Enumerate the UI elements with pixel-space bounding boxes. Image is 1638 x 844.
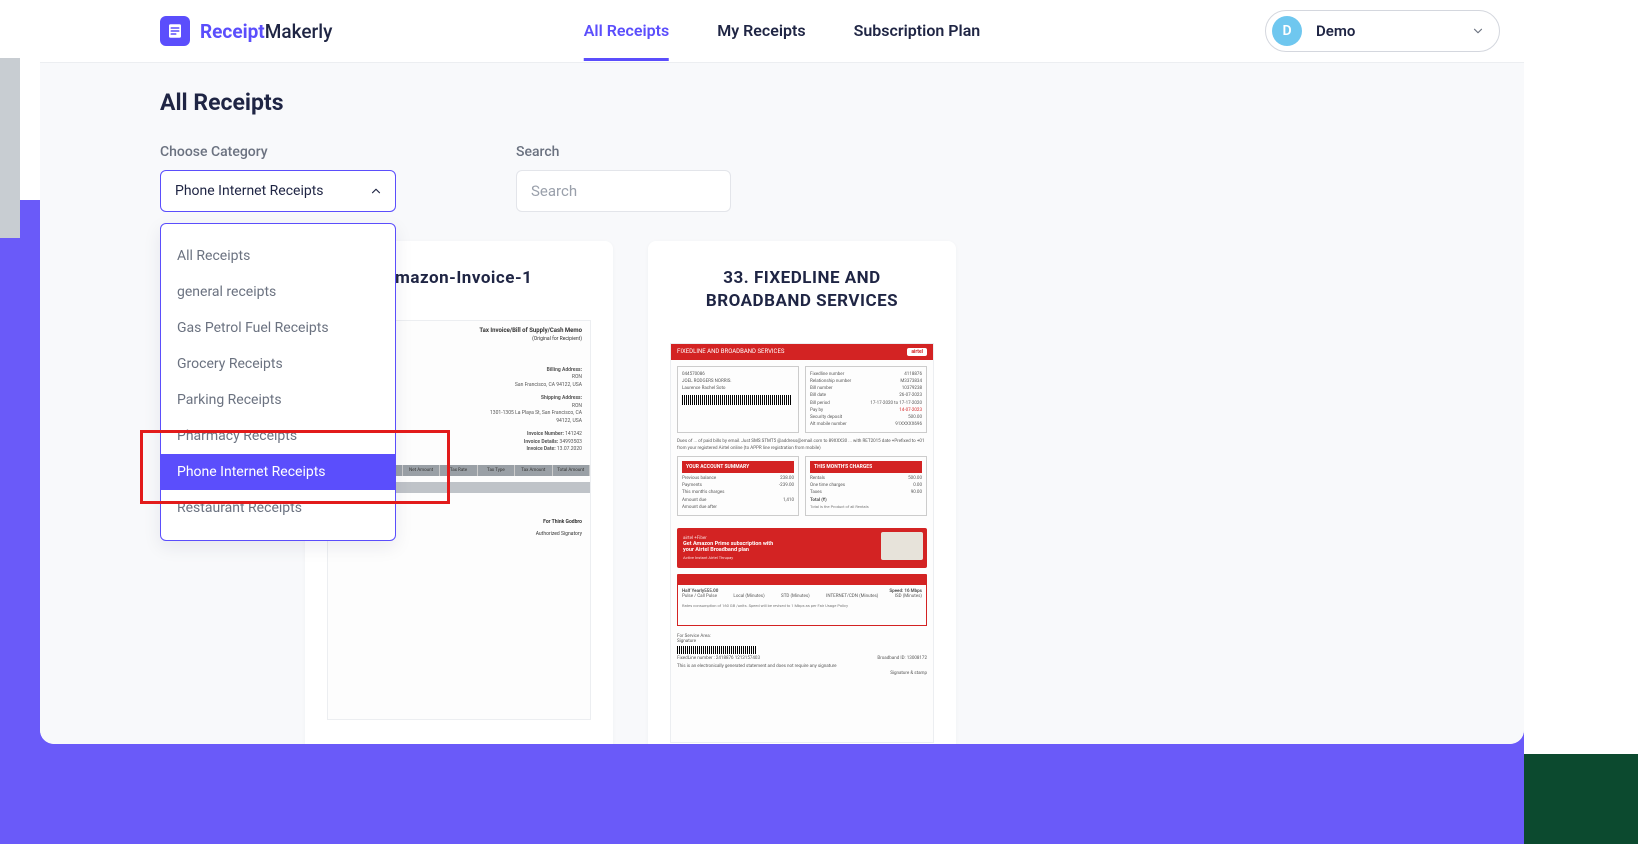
nav-my-receipts[interactable]: My Receipts [717, 1, 805, 61]
filters-row: Choose Category Phone Internet Receipts … [160, 144, 1404, 212]
search-control: Search Search [516, 144, 731, 212]
search-label: Search [516, 144, 731, 160]
rate-table: Half Yearly555.00Speed: 16 Mbps Pulse / … [677, 584, 927, 626]
receipt-preview: FIXEDLINE AND BROADBAND SERVICES airtel … [670, 343, 934, 743]
dd-item-restaurant[interactable]: Restaurant Receipts [161, 490, 395, 526]
account-summary: YOUR ACCOUNT SUMMARY Previous balance238… [677, 456, 799, 516]
preview-topbar: FIXEDLINE AND BROADBAND SERVICES airtel [671, 344, 933, 360]
search-input[interactable]: Search [516, 170, 731, 212]
category-label: Choose Category [160, 144, 396, 160]
dd-item-all-receipts[interactable]: All Receipts [161, 238, 395, 274]
bill-meta-panel: Fixedline number4118876 Relationship num… [805, 366, 927, 434]
summary-panels: YOUR ACCOUNT SUMMARY Previous balance238… [671, 456, 933, 522]
cards-row: amazon-Invoice-1 Tax Invoice/Bill of Sup… [305, 241, 956, 744]
nav-all-receipts[interactable]: All Receipts [584, 1, 669, 61]
airtel-logo: airtel [907, 348, 927, 356]
page-title: All Receipts [160, 89, 1404, 116]
customer-panel: 044570086 JOEL RODGERS NORRIS. Laurence … [677, 366, 799, 434]
dd-item-pharmacy[interactable]: Pharmacy Receipts [161, 418, 395, 454]
barcode-icon [677, 646, 757, 654]
chevron-down-icon [1471, 24, 1485, 38]
dd-item-gas[interactable]: Gas Petrol Fuel Receipts [161, 310, 395, 346]
dd-item-general[interactable]: general receipts [161, 274, 395, 310]
barcode-icon [682, 395, 792, 405]
dd-item-grocery[interactable]: Grocery Receipts [161, 346, 395, 382]
brand[interactable]: ReceiptMakerly [160, 16, 332, 46]
summary-row: 044570086 JOEL RODGERS NORRIS. Laurence … [671, 360, 933, 440]
logo-icon [160, 16, 190, 46]
page-body: All Receipts Choose Category Phone Inter… [40, 63, 1524, 744]
category-control: Choose Category Phone Internet Receipts [160, 144, 396, 212]
mid-note: Dues of ... of paid bills by email. Just… [671, 439, 933, 456]
promo-banner: airtel +Fiber Get Amazon Prime subscript… [677, 528, 927, 568]
bg-left-edge [0, 58, 20, 238]
user-name: Demo [1316, 22, 1355, 40]
app-window: ReceiptMakerly All Receipts My Receipts … [40, 0, 1524, 744]
avatar: D [1272, 16, 1302, 46]
card-title: 33. FIXEDLINE AND BROADBAND SERVICES [670, 267, 934, 313]
top-nav: All Receipts My Receipts Subscription Pl… [584, 1, 981, 61]
nav-subscription-plan[interactable]: Subscription Plan [854, 1, 981, 61]
user-menu[interactable]: D Demo [1265, 10, 1500, 52]
month-charges: THIS MONTH'S CHARGES Rentals500.00 One t… [805, 456, 927, 516]
phones-image [881, 532, 923, 560]
chevron-up-icon [369, 184, 383, 198]
category-select[interactable]: Phone Internet Receipts [160, 170, 396, 212]
category-dropdown: All Receipts general receipts Gas Petrol… [160, 223, 396, 541]
category-selected-text: Phone Internet Receipts [175, 183, 324, 199]
bg-green-sliver [1524, 754, 1638, 844]
preview-footer: For Service Area: Signature FixedLine nu… [671, 630, 933, 680]
header: ReceiptMakerly All Receipts My Receipts … [40, 0, 1524, 63]
brand-text: ReceiptMakerly [200, 20, 332, 43]
receipt-card-airtel[interactable]: 33. FIXEDLINE AND BROADBAND SERVICES FIX… [648, 241, 956, 744]
card-title: amazon-Invoice-1 [386, 267, 533, 290]
dd-item-parking[interactable]: Parking Receipts [161, 382, 395, 418]
dd-item-phone-internet[interactable]: Phone Internet Receipts [161, 454, 395, 490]
search-placeholder: Search [531, 182, 577, 200]
rate-header [677, 574, 927, 584]
